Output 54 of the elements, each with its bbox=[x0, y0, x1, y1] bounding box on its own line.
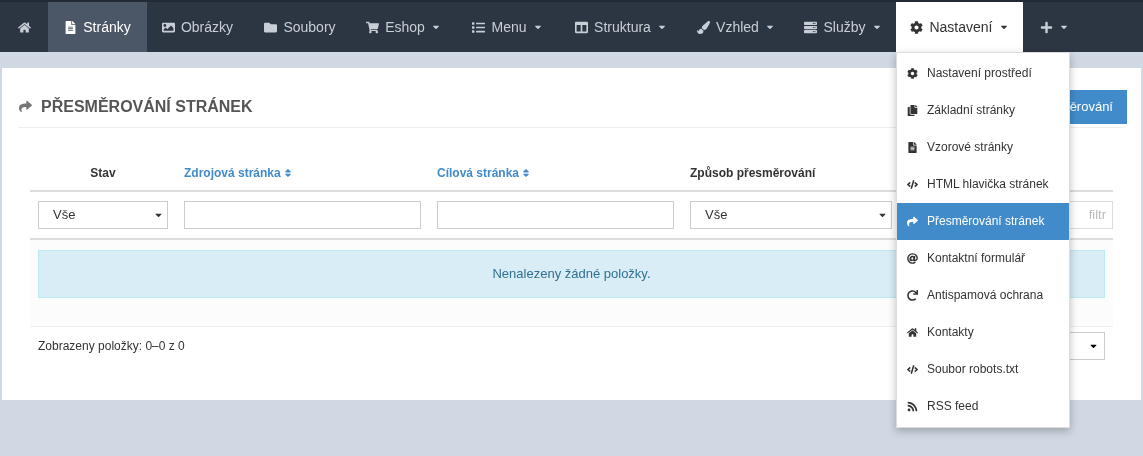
nav-item[interactable]: Menu bbox=[455, 2, 560, 52]
at-sign-icon bbox=[907, 253, 918, 264]
empty-message: Nenalezeny žádné položky. bbox=[492, 265, 651, 284]
image-icon bbox=[161, 20, 175, 34]
nav-item[interactable]: Soubory bbox=[248, 2, 352, 52]
list-icon bbox=[472, 20, 486, 34]
column-header: Stav bbox=[90, 165, 116, 182]
share-arrow-icon bbox=[907, 216, 918, 227]
settings-dropdown-item[interactable]: Přesměrování stránek bbox=[897, 203, 1069, 240]
copy-icon bbox=[907, 105, 918, 116]
code-icon bbox=[907, 364, 918, 375]
settings-dropdown-item[interactable]: Nastavení prostředí bbox=[897, 55, 1069, 92]
panel-title: PŘESMĚROVÁNÍ STRÁNEK bbox=[41, 96, 253, 117]
nav-item[interactable]: Služby bbox=[790, 2, 896, 52]
nav-item[interactable]: Struktura bbox=[560, 2, 682, 52]
filter-input[interactable] bbox=[184, 201, 421, 229]
nav-item[interactable]: Vzhled bbox=[682, 2, 790, 52]
filter-select[interactable]: Vše bbox=[690, 201, 892, 229]
settings-dropdown-item[interactable]: HTML hlavička stránek bbox=[897, 166, 1069, 203]
settings-dropdown-item[interactable]: Antispamová ochrana bbox=[897, 277, 1069, 314]
filter-input[interactable] bbox=[437, 201, 674, 229]
nav-item[interactable]: Obrázky bbox=[147, 2, 248, 52]
home-icon bbox=[17, 20, 31, 34]
sortable-column-header[interactable]: Zdrojová stránka bbox=[184, 164, 292, 182]
settings-icon bbox=[910, 20, 924, 34]
filter-select[interactable]: Vše bbox=[38, 201, 168, 229]
rss-icon bbox=[907, 401, 918, 412]
server-icon bbox=[804, 20, 818, 34]
settings-dropdown-item[interactable]: Kontaktní formulář bbox=[897, 240, 1069, 277]
settings-icon bbox=[907, 68, 918, 79]
brush-icon bbox=[697, 20, 711, 34]
column-header: Způsob přesměrování bbox=[690, 165, 816, 182]
share-arrow-icon bbox=[18, 100, 33, 113]
cart-icon bbox=[366, 20, 380, 34]
sortable-column-header[interactable]: Cílová stránka bbox=[437, 164, 531, 182]
document-icon bbox=[907, 142, 918, 153]
plus-icon bbox=[1039, 20, 1053, 34]
sort-icon bbox=[522, 168, 531, 178]
settings-dropdown-item[interactable]: Kontakty bbox=[897, 314, 1069, 351]
settings-dropdown-item[interactable]: RSS feed bbox=[897, 388, 1069, 425]
nav-item[interactable]: Nastavení bbox=[896, 2, 1023, 52]
home-icon bbox=[907, 327, 918, 338]
settings-dropdown-item[interactable]: Základní stránky bbox=[897, 92, 1069, 129]
settings-dropdown-item[interactable]: Vzorové stránky bbox=[897, 129, 1069, 166]
nav-item[interactable]: Eshop bbox=[352, 2, 455, 52]
footer-summary: Zobrazeny položky: 0–0 z 0 bbox=[38, 338, 185, 355]
refresh-icon bbox=[907, 290, 918, 301]
folder-icon bbox=[264, 20, 278, 34]
columns-icon bbox=[575, 20, 589, 34]
document-icon bbox=[64, 20, 78, 34]
settings-dropdown-item[interactable]: Soubor robots.txt bbox=[897, 351, 1069, 388]
nav-item[interactable]: Stránky bbox=[48, 2, 147, 52]
sort-icon bbox=[283, 168, 292, 178]
code-icon bbox=[907, 179, 918, 190]
